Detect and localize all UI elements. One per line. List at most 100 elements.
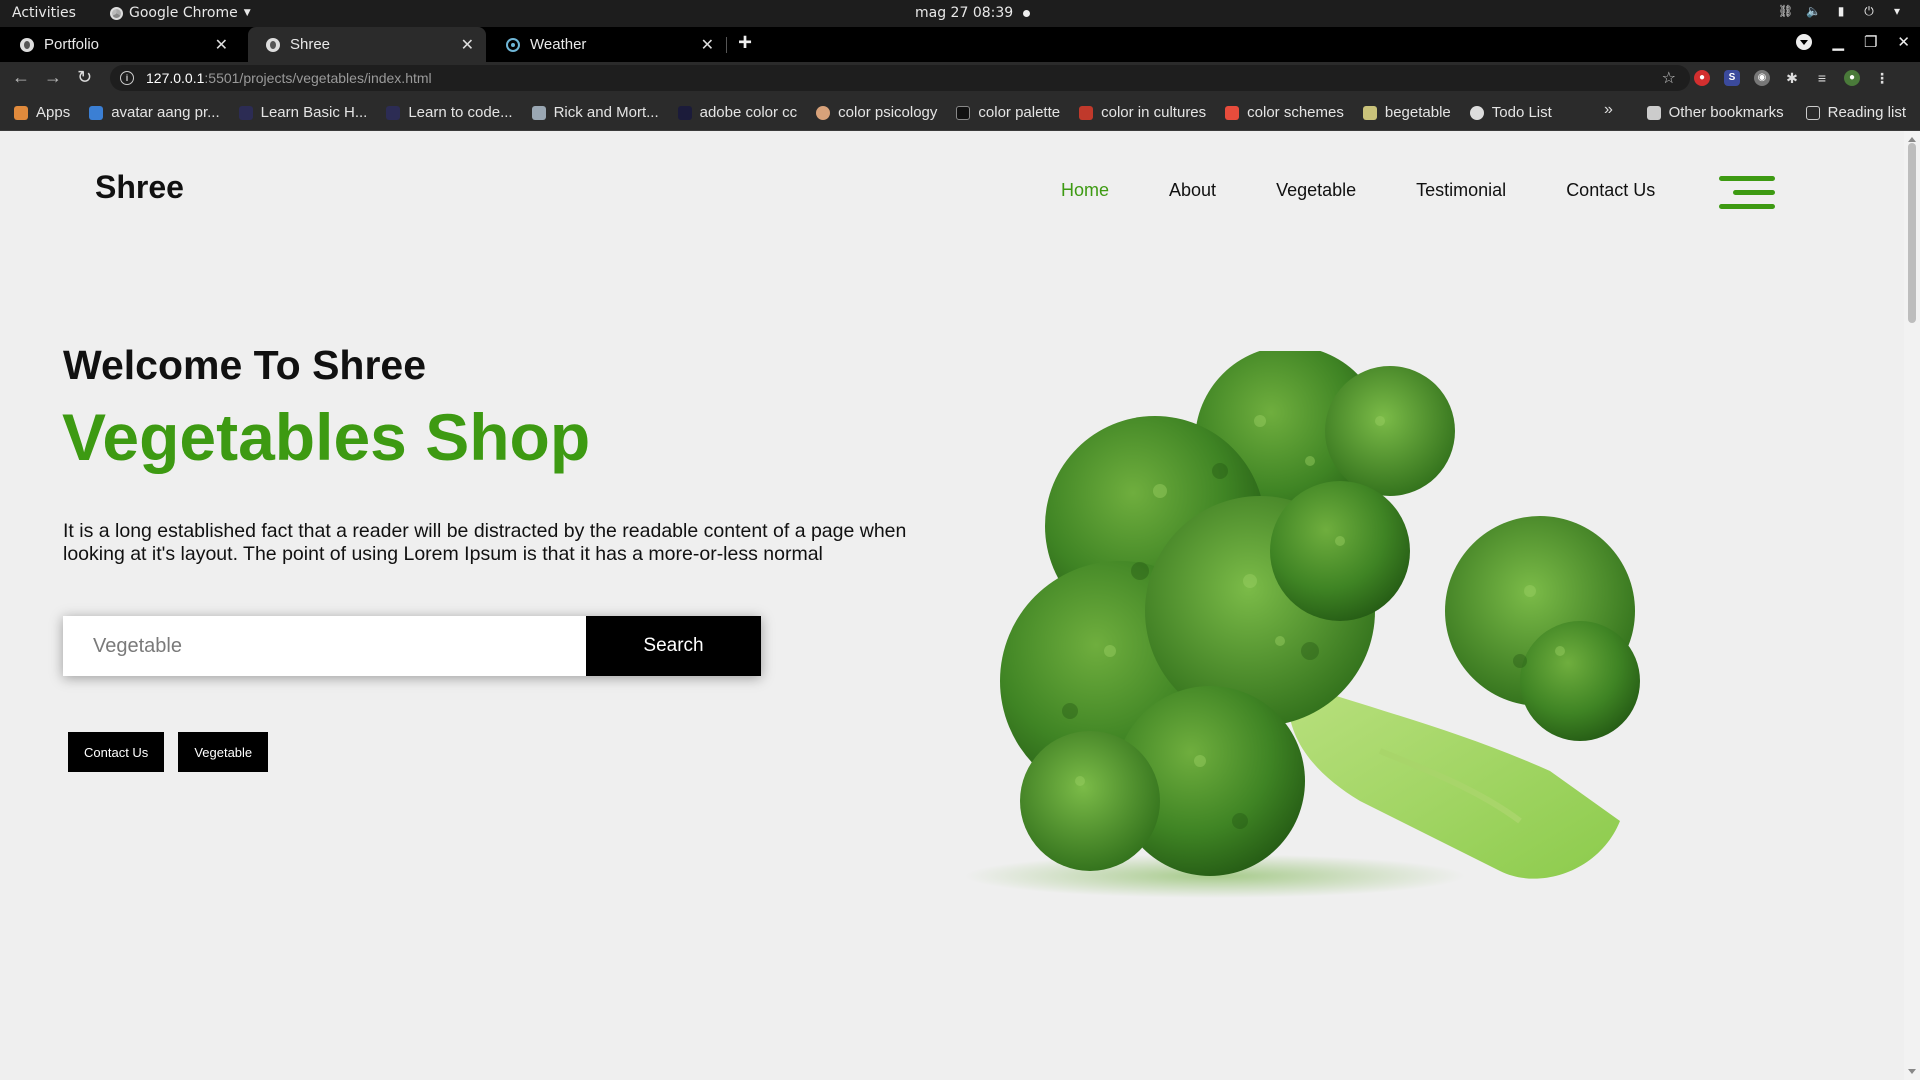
address-bar[interactable]: i 127.0.0.1 :5501/projects/vegetables/in… [110,65,1690,91]
scroll-down-icon[interactable] [1908,1069,1916,1078]
extension-icon[interactable]: ● [1694,70,1710,86]
tab-search-icon[interactable] [1796,34,1813,50]
bookmark-item[interactable]: adobe color cc [677,104,798,121]
clock[interactable]: mag 27 08:39 [915,5,1031,21]
trello-icon [89,105,104,120]
bookmark-label: begetable [1384,104,1451,121]
vector-icon [1079,105,1094,120]
extension-icon[interactable]: S [1724,70,1740,86]
system-tray[interactable]: ⛓ 🔈 ▮ ⏻ ▾ [1778,4,1904,18]
chevron-down-icon: ▼ [243,8,251,18]
hero-description: It is a long established fact that a rea… [63,520,907,565]
bookmark-label: color schemes [1247,104,1344,121]
browser-toolbar: ← → ↻ i 127.0.0.1 :5501/projects/vegetab… [0,62,1920,95]
notification-dot-icon [1023,9,1031,17]
close-icon[interactable]: ✕ [215,35,228,55]
search-form: Search [63,616,761,676]
close-icon[interactable]: ✕ [701,35,714,55]
globe-icon [20,37,34,52]
palette-icon [956,105,971,120]
angular-academy-icon [238,105,253,120]
search-button[interactable]: Search [586,616,761,676]
app-menu[interactable]: Google Chrome ▼ [110,5,251,21]
url-host: 127.0.0.1 [146,70,205,86]
volume-icon: 🔈 [1806,4,1821,18]
web-page: Shree Home About Vegetable Testimonial C… [0,131,1904,1080]
network-icon: ⛓ [1778,4,1794,18]
bookmark-label: color psicology [838,104,938,121]
bookmark-star-icon[interactable]: ☆ [1662,68,1676,88]
bookmark-item[interactable]: color in cultures [1079,104,1206,121]
back-icon[interactable]: ← [12,67,30,88]
site-logo[interactable]: Shree [95,169,184,206]
extension-icon[interactable]: ◉ [1754,70,1770,86]
adobe-color-icon [677,105,692,120]
bookmark-item[interactable]: begetable [1362,104,1451,121]
other-bookmarks[interactable]: Other bookmarks [1646,104,1784,121]
close-window-icon[interactable]: ✕ [1897,33,1910,51]
nav-about[interactable]: About [1169,180,1216,201]
bookmark-item[interactable]: Learn Basic H... [238,104,368,121]
bookmark-label: Learn Basic H... [260,104,368,121]
image-icon [531,105,546,120]
bookmark-label: Apps [36,104,71,121]
reading-list[interactable]: Reading list [1805,104,1906,121]
bookmark-item[interactable]: Rick and Mort... [531,104,659,121]
forward-icon[interactable]: → [44,67,62,88]
apps-grid-icon [14,105,28,120]
new-tab-button[interactable]: + [738,29,752,57]
avatar[interactable]: ● [1844,70,1860,86]
scroll-thumb[interactable] [1908,143,1916,323]
os-top-bar: Activities Google Chrome ▼ mag 27 08:39 … [0,0,1920,27]
bookmark-label: Rick and Mort... [553,104,659,121]
bookmark-item[interactable]: Apps [14,104,70,121]
reload-icon[interactable]: ↻ [77,67,92,88]
nav-home[interactable]: Home [1061,180,1109,201]
photo-icon [1362,105,1377,120]
extensions-row: ● S ◉ ✱ ≡ ● ⋮ [1694,70,1890,86]
bookmark-item[interactable]: avatar aang pr... [89,104,220,121]
minimize-icon[interactable]: ▁ [1832,33,1844,51]
close-icon[interactable]: ✕ [461,35,474,55]
app-name: Google Chrome [129,5,238,21]
search-input[interactable] [63,616,586,676]
tab-separator [726,37,727,53]
nav-contact[interactable]: Contact Us [1566,180,1655,201]
kebab-menu-icon[interactable]: ⋮ [1874,70,1890,86]
cta-buttons: Contact Us Vegetable [68,732,269,772]
bookmark-label: Todo List [1491,104,1552,121]
face-icon [816,105,831,120]
vegetable-button[interactable]: Vegetable [178,732,269,772]
bookmarks-bar: Apps avatar aang pr... Learn Basic H... … [0,95,1920,131]
hero-subtitle: Welcome To Shree [63,342,427,388]
bookmark-item[interactable]: Todo List [1469,104,1552,121]
main-nav: Home About Vegetable Testimonial Contact… [1061,180,1715,201]
media-controls-icon[interactable]: ≡ [1814,70,1830,86]
scroll-up-icon[interactable] [1908,133,1916,142]
puzzle-icon[interactable]: ✱ [1784,70,1800,86]
info-icon[interactable]: i [120,71,134,85]
hamburger-menu-icon[interactable] [1719,174,1775,212]
more-bookmarks-icon[interactable]: » [1604,101,1613,119]
tab-portfolio[interactable]: Portfolio ✕ [2,27,240,62]
page-scrollbar[interactable] [1904,131,1920,1080]
angular-academy-icon [386,105,401,120]
chevron-down-icon: ▾ [1893,4,1901,18]
bookmark-item[interactable]: color palette [956,104,1060,121]
power-icon: ⏻ [1864,4,1874,18]
bookmark-item[interactable]: Learn to code... [386,104,513,121]
tab-weather[interactable]: Weather ✕ [488,27,726,62]
tab-strip: Portfolio ✕ Shree ✕ Weather ✕ + ▁ ❐ ✕ [0,27,1920,62]
maximize-icon[interactable]: ❐ [1864,33,1877,51]
bookmark-item[interactable]: color psicology [816,104,937,121]
clock-text: mag 27 08:39 [915,5,1014,21]
nav-testimonial[interactable]: Testimonial [1416,180,1506,201]
bookmark-item[interactable]: color schemes [1225,104,1344,121]
tab-title: Shree [290,36,331,53]
activities-button[interactable]: Activities [12,5,76,21]
bookmark-label: adobe color cc [699,104,798,121]
url-path: :5501/projects/vegetables/index.html [204,70,432,86]
contact-us-button[interactable]: Contact Us [68,732,165,772]
tab-shree[interactable]: Shree ✕ [248,27,486,62]
nav-vegetable[interactable]: Vegetable [1276,180,1356,201]
